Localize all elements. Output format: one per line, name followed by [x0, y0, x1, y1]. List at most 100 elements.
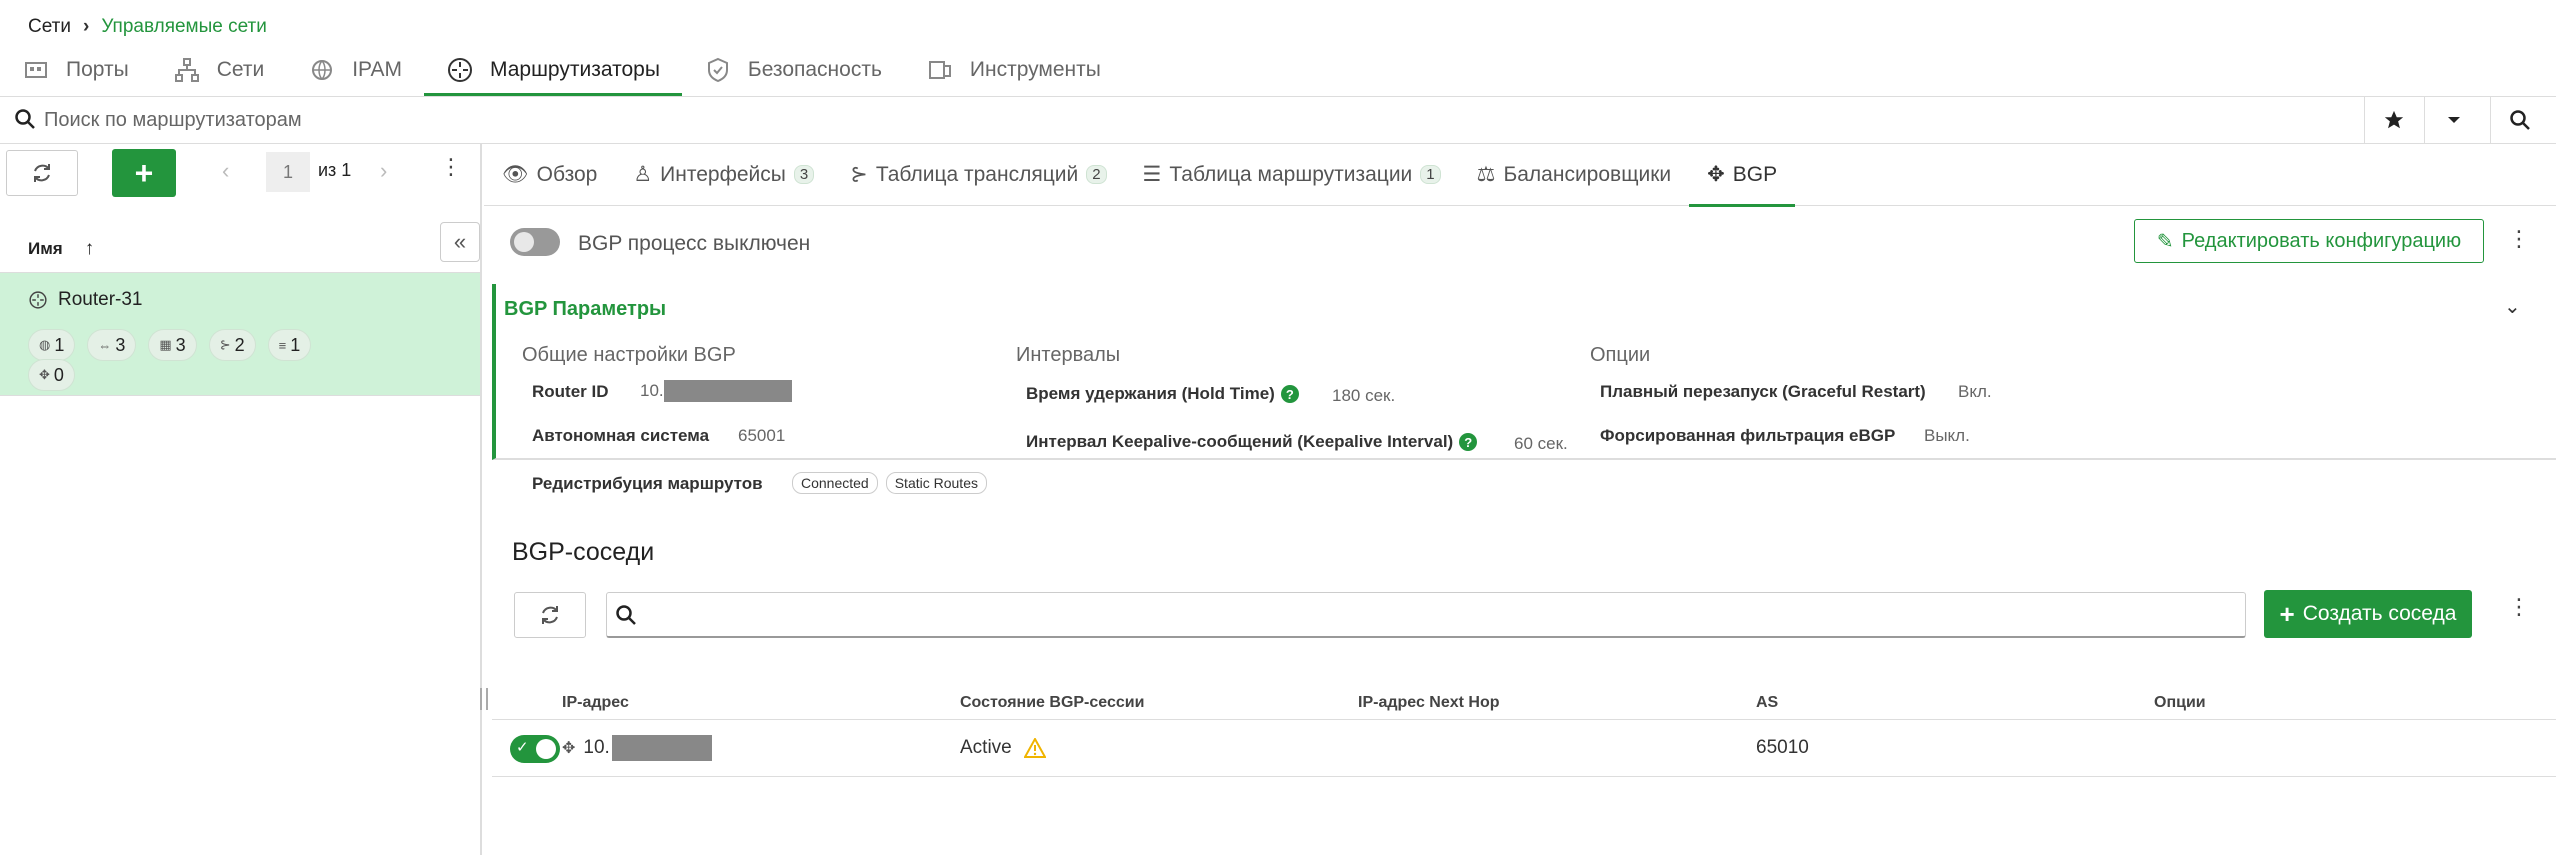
refresh-icon	[34, 164, 50, 182]
col-next-hop[interactable]: IP-адрес Next Hop	[1358, 694, 1500, 712]
tab-label: Интерфейсы	[660, 162, 786, 186]
neighbor-as: 65010	[1756, 737, 1809, 758]
next-page-button[interactable]: ›	[380, 158, 387, 184]
state-text: Active	[960, 737, 1012, 758]
bgp-count-chip: ✥ 0	[28, 359, 75, 391]
column-label: Имя	[28, 239, 63, 258]
tab-overview[interactable]: 👁 Обзор	[484, 144, 615, 206]
server-icon: ▦	[159, 337, 172, 352]
tab-tools[interactable]: Инструменты	[904, 44, 1123, 96]
plus-icon: +	[134, 154, 154, 191]
help-icon[interactable]: ?	[1280, 385, 1299, 403]
tab-bgp[interactable]: ✥ BGP	[1689, 144, 1796, 207]
tab-label: IPAM	[352, 58, 402, 81]
as-value: 65001	[738, 426, 786, 445]
chip-count: 3	[115, 334, 126, 355]
favorites-button[interactable]	[2364, 97, 2422, 143]
tab-label: Балансировщики	[1503, 162, 1672, 186]
tab-ipam[interactable]: IPAM	[286, 44, 424, 96]
general-settings-title: Общие настройки BGP	[522, 344, 736, 366]
sort-asc-icon: ↑	[84, 238, 95, 259]
tab-nat-table[interactable]: ⊱ Таблица трансляций 2	[832, 144, 1124, 206]
router-detail-panel: 👁 Обзор ♙ Интерфейсы 3 ⊱ Таблица трансляций 2…	[484, 144, 2556, 855]
servers-count-chip: ▦ 3	[148, 329, 197, 361]
redacted-block	[611, 735, 712, 761]
chevron-right-icon: ›	[82, 16, 90, 37]
hold-time-label: Время удержания (Hold Time)?	[1026, 384, 1299, 404]
globe-icon: ◍	[39, 337, 51, 352]
filter-dropdown-button[interactable]	[2424, 97, 2482, 143]
chip-count: 0	[53, 364, 64, 385]
tab-interfaces[interactable]: ♙ Интерфейсы 3	[615, 144, 832, 206]
redistribution-label: Редистрибуция маршрутов	[532, 474, 763, 493]
tag-static-routes: Static Routes	[885, 472, 987, 494]
create-neighbor-button[interactable]: + Создать соседа	[2264, 590, 2472, 638]
bgp-process-toggle[interactable]	[510, 228, 560, 256]
chip-count: 1	[290, 334, 301, 355]
edit-config-button[interactable]: ✎ Редактировать конфигурацию	[2134, 219, 2484, 263]
nat-icon: ⊱	[850, 163, 868, 186]
neighbors-refresh-button[interactable]	[514, 592, 586, 638]
more-options-icon[interactable]: ⋮	[2508, 594, 2530, 620]
collapse-panel-button[interactable]: «	[440, 222, 480, 262]
ports-icon	[25, 62, 47, 78]
graceful-restart-value: Вкл.	[1958, 382, 1992, 401]
top-tabs: Порты Сети IPAM Маршрутизаторы Безопасно…	[0, 44, 1123, 96]
col-ip[interactable]: IP-адрес	[562, 694, 629, 712]
interface-icon: ♙	[633, 163, 653, 186]
count-badge: 2	[1086, 165, 1107, 184]
neighbor-ip: ✥ 10.	[562, 735, 712, 761]
router-id-value: 10.	[640, 380, 792, 402]
add-router-button[interactable]: +	[112, 149, 176, 197]
handshake-icon: ✥	[562, 740, 576, 757]
help-icon[interactable]: ?	[1459, 433, 1478, 451]
more-options-icon[interactable]: ⋮	[2508, 226, 2530, 252]
search-icon	[2509, 110, 2530, 130]
neighbors-table-header: IP-адрес Состояние BGP-сессии IP-адрес N…	[492, 682, 2556, 720]
neighbors-title: BGP-соседи	[512, 538, 655, 566]
keepalive-value: 60 сек.	[1514, 434, 1568, 453]
neighbor-enabled-toggle[interactable]: ✓	[510, 735, 560, 763]
tab-security[interactable]: Безопасность	[682, 44, 904, 96]
breadcrumb-current[interactable]: Управляемые сети	[101, 16, 267, 38]
name-column-header[interactable]: Имя ↑	[28, 238, 94, 260]
refresh-button[interactable]	[6, 150, 78, 196]
more-options-icon[interactable]: ⋮	[440, 154, 462, 180]
page-number-input[interactable]: 1	[266, 152, 310, 192]
chevron-down-icon[interactable]: ⌄	[2504, 294, 2521, 319]
bgp-process-label: BGP процесс выключен	[578, 232, 811, 255]
tab-networks[interactable]: Сети	[151, 44, 287, 96]
breadcrumb-root[interactable]: Сети	[28, 16, 71, 38]
options-title: Опции	[1590, 344, 1651, 366]
tab-routers[interactable]: Маршрутизаторы	[424, 44, 682, 96]
list-icon: ≡	[278, 337, 287, 353]
col-state[interactable]: Состояние BGP-сессии	[960, 694, 1144, 712]
router-list-item[interactable]: Router-31 ◍ 1 ⇔ 3 ▦ 3 ⊱ 2 ≡ 1 ✥ 0	[0, 272, 480, 396]
page-count: из 1	[318, 160, 352, 180]
bgp-params-title[interactable]: BGP Параметры	[504, 298, 666, 321]
table-row[interactable]: ✓ ✥ 10. Active 65010	[492, 721, 2556, 777]
eye-icon: 👁	[502, 162, 529, 186]
handshake-icon: ✥	[39, 367, 50, 382]
prev-page-button[interactable]: ‹	[222, 158, 229, 184]
col-options[interactable]: Опции	[2154, 694, 2206, 712]
search-input[interactable]: Поиск по маршрутизаторам	[44, 109, 302, 132]
neighbors-search-input[interactable]	[606, 592, 2246, 638]
search-submit-button[interactable]	[2490, 97, 2548, 143]
router-name: Router-31	[58, 289, 143, 310]
nat-icon: ⊱	[219, 337, 231, 352]
tab-label: Порты	[66, 58, 129, 81]
tab-routing-table[interactable]: ☰ Таблица маршрутизации 1	[1125, 144, 1459, 206]
interface-icon: ⇔	[98, 337, 112, 353]
col-as[interactable]: AS	[1756, 694, 1778, 712]
network-icon	[174, 58, 199, 82]
handshake-icon: ✥	[1707, 163, 1725, 186]
nat-count-chip: ⊱ 2	[208, 329, 256, 361]
count-badge: 1	[1420, 165, 1441, 184]
intervals-title: Интервалы	[1016, 344, 1121, 366]
tab-label: Безопасность	[747, 58, 882, 81]
hold-time-value: 180 сек.	[1332, 386, 1396, 405]
tab-balancers[interactable]: ⚖ Балансировщики	[1459, 144, 1690, 206]
tab-ports[interactable]: Порты	[0, 44, 151, 96]
search-icon	[15, 109, 35, 129]
